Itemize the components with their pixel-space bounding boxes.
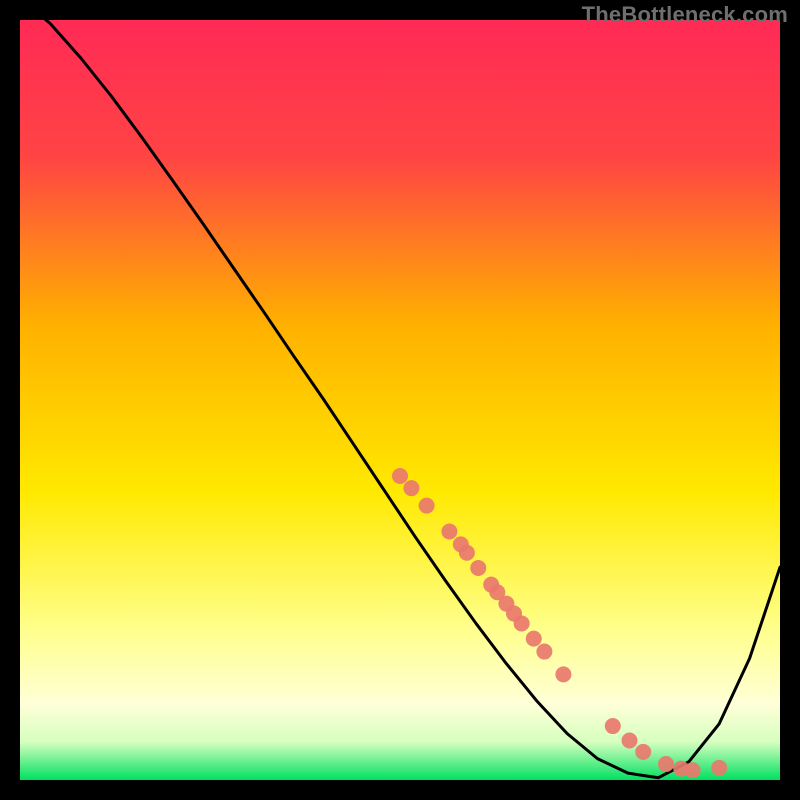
scatter-point bbox=[605, 718, 621, 734]
scatter-point bbox=[685, 762, 701, 778]
scatter-point bbox=[470, 560, 486, 576]
chart-container: TheBottleneck.com bbox=[0, 0, 800, 800]
scatter-point bbox=[622, 732, 638, 748]
scatter-point bbox=[514, 615, 530, 631]
scatter-point bbox=[526, 631, 542, 647]
scatter-point bbox=[658, 756, 674, 772]
scatter-point bbox=[459, 545, 475, 561]
scatter-point bbox=[555, 666, 571, 682]
plot-area bbox=[20, 20, 780, 780]
scatter-point bbox=[403, 480, 419, 496]
scatter-point bbox=[536, 644, 552, 660]
scatter-point bbox=[441, 523, 457, 539]
scatter-point bbox=[711, 760, 727, 776]
gradient-background bbox=[20, 20, 780, 780]
scatter-point bbox=[419, 498, 435, 514]
scatter-point bbox=[635, 744, 651, 760]
chart-svg bbox=[20, 20, 780, 780]
watermark-text: TheBottleneck.com bbox=[582, 2, 788, 28]
scatter-point bbox=[392, 468, 408, 484]
